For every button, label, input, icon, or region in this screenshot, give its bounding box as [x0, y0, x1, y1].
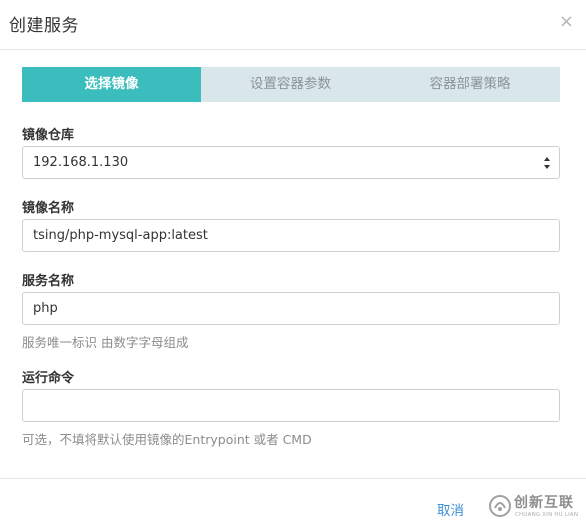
step-select-image[interactable]: 选择镜像: [22, 67, 201, 102]
image-name-label: 镜像名称: [22, 201, 75, 216]
run-command-input[interactable]: [22, 389, 560, 422]
service-name-label: 服务名称: [22, 274, 75, 289]
dialog-title: 创建服务: [9, 16, 79, 36]
image-name-input[interactable]: tsing/php-mysql-app:latest: [22, 219, 560, 252]
close-icon[interactable]: ×: [559, 12, 574, 32]
cancel-button[interactable]: 取消: [437, 499, 464, 519]
brand-logo-icon: [489, 495, 511, 517]
service-name-input[interactable]: php: [22, 292, 560, 325]
image-name-value: tsing/php-mysql-app:latest: [33, 228, 208, 243]
service-name-value: php: [33, 301, 58, 316]
watermark-logo: 创新互联 CHUANG XIN HU LIAN: [488, 488, 586, 528]
registry-value: 192.168.1.130: [33, 155, 129, 170]
watermark-text: 创新互联: [514, 495, 574, 511]
step-container-params[interactable]: 设置容器参数: [201, 67, 380, 102]
run-command-help: 可选，不填将默认使用镜像的Entrypoint 或者 CMD: [22, 432, 312, 447]
select-arrows-icon: [544, 157, 550, 169]
wizard-steps: 选择镜像 设置容器参数 容器部署策略: [22, 67, 560, 102]
registry-select[interactable]: 192.168.1.130: [22, 146, 560, 179]
dialog-header: 创建服务 ×: [0, 0, 586, 50]
step-deploy-strategy[interactable]: 容器部署策略: [380, 67, 560, 102]
service-name-help: 服务唯一标识 由数字字母组成: [22, 335, 189, 350]
run-command-label: 运行命令: [22, 371, 75, 386]
watermark-subtext: CHUANG XIN HU LIAN: [515, 512, 579, 518]
registry-label: 镜像仓库: [22, 128, 75, 143]
